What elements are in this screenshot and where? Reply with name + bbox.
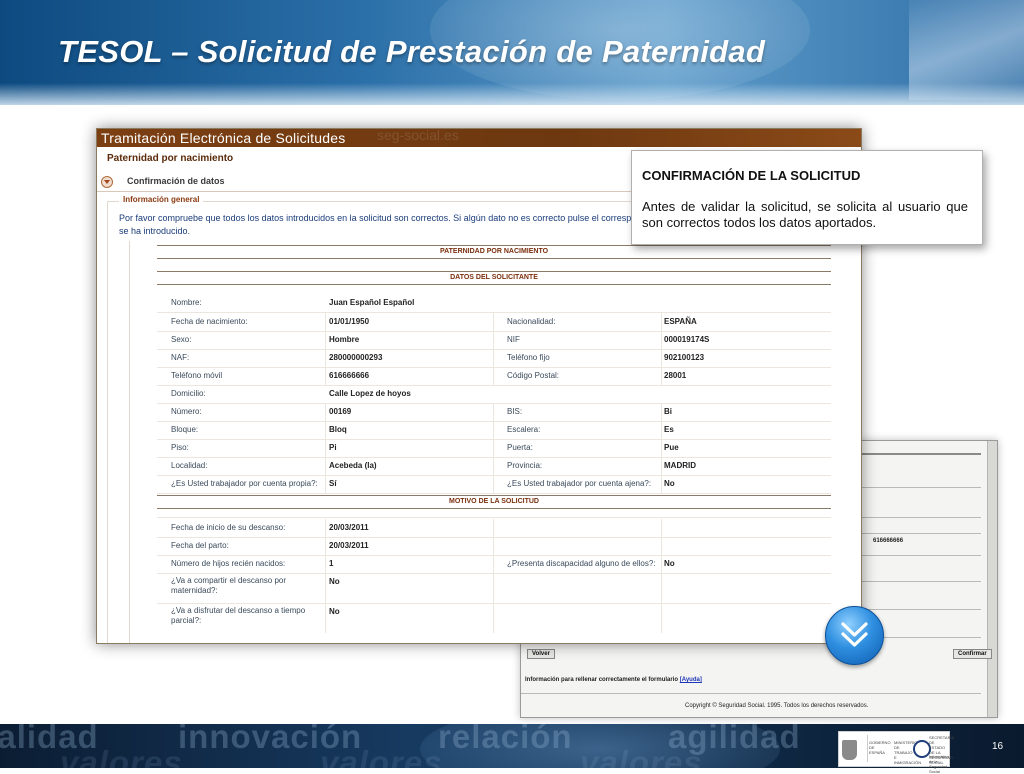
footer-word: relación [438,724,573,755]
callout-body: Antes de validar la solicitud, se solici… [642,199,968,230]
back-phone-value: 616666666 [873,538,904,544]
band-paternidad: PATERNIDAD POR NACIMIENTO [157,245,831,259]
back-help-row: Información para rellenar correctamente … [525,677,702,683]
front-header-title: Tramitación Electrónica de Solicitudes [101,130,346,146]
fieldset-legend: Información general [119,195,204,204]
back-confirmar-button[interactable]: Confirmar [953,649,992,659]
table-row: Domicilio: Calle Lopez de hoyos [157,385,831,404]
callout-title: CONFIRMACIÓN DE LA SOLICITUD [642,168,861,183]
footer-word: valores [580,744,703,768]
band-motivo: MOTIVO DE LA SOLICITUD [157,495,831,509]
section-label-confirmacion[interactable]: Confirmación de datos [127,176,225,186]
table-row: Teléfono móvil 616666666 Código Postal: … [157,367,831,386]
table-row: Número: 00169 BIS: Bi [157,403,831,422]
table-row: Fecha de nacimiento: 01/01/1950 Nacional… [157,313,831,332]
coat-of-arms-icon [842,740,857,760]
table-row: Sexo: Hombre NIF 000019174S [157,331,831,350]
table-row: Localidad: Acebeda (la) Provincia: MADRI… [157,457,831,476]
table-row: ¿Va a compartir el descanso por maternid… [157,573,831,604]
logo-informatica-text: Informática de la Seguridad Social [929,754,949,774]
front-header-watermark: seg-social.es [377,128,459,143]
front-header-bar: seg-social.es Tramitación Electrónica de… [97,129,861,147]
band-datos-solicitante: DATOS DEL SOLICITANTE [157,271,831,285]
back-copyright: Copyright © Seguridad Social. 1995. Todo… [685,703,869,709]
logo-ministerio-text: MINISTERIO DE TRABAJO E INMIGRACIÓN [894,740,922,765]
footer-word: valores [60,744,183,768]
table-row: Piso: Pi Puerta: Pue [157,439,831,458]
table-row: Nombre: Juan Español Español [157,294,831,313]
procedure-title: Paternidad por nacimiento [107,153,234,164]
back-scrollbar [987,441,997,717]
institution-logos: GOBIERNO DE ESPAÑA MINISTERIO DE TRABAJO… [838,731,954,774]
caret-down-icon[interactable] [101,176,113,188]
slide-title: TESOL – Solicitud de Prestación de Pater… [58,34,766,69]
page-number: 16 [992,741,1004,752]
footer-word: valores [320,744,443,768]
back-volver-button[interactable]: Volver [527,649,555,659]
table-row: Fecha de inicio de su descanso: 20/03/20… [157,519,831,538]
table-row: Número de hijos recién nacidos: 1 ¿Prese… [157,555,831,574]
double-chevron-down-icon [841,622,868,647]
table-row: ¿Va a disfrutar del descanso a tiempo pa… [157,603,831,633]
table-row [157,509,831,518]
back-help-link[interactable]: [Ayuda] [680,677,702,683]
table-row: NAF: 280000000293 Teléfono fijo 90210012… [157,349,831,368]
logo-gobierno-text: GOBIERNO DE ESPAÑA [869,740,891,755]
next-button[interactable] [825,606,884,665]
back-help-text: Información para rellenar correctamente … [525,677,679,683]
table-row: Fecha del parto: 20/03/2011 [157,537,831,556]
table-row: Bloque: Bloq Escalera: Es [157,421,831,440]
logo-gobierno [839,735,868,762]
confirmation-callout: CONFIRMACIÓN DE LA SOLICITUD Antes de va… [631,150,983,245]
banner-statue-image [909,0,1024,100]
table-row: ¿Es Usted trabajador por cuenta propia?:… [157,475,831,494]
